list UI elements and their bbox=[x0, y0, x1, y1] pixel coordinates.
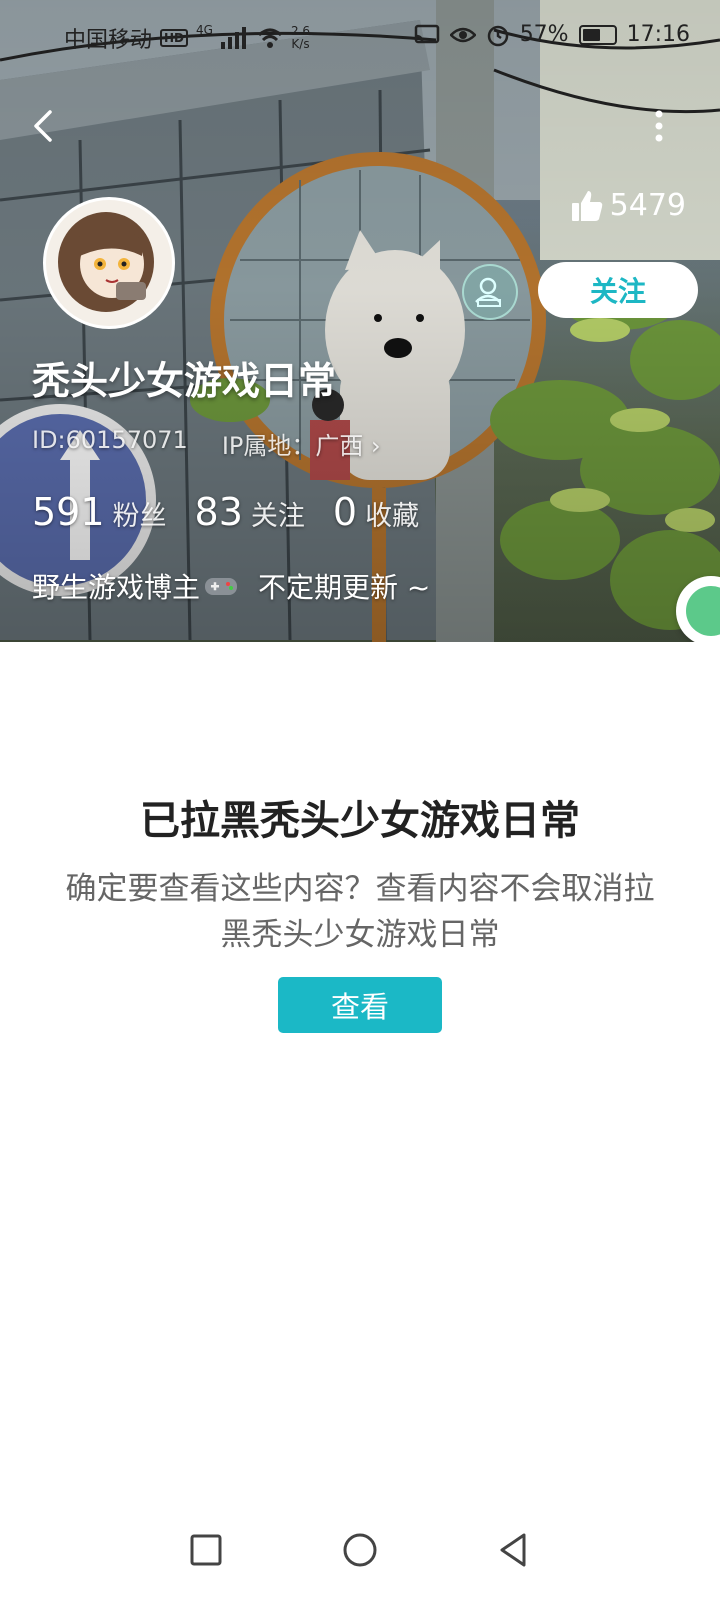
stat-favorites[interactable]: 0 收藏 bbox=[333, 490, 419, 534]
user-badge-glyph bbox=[475, 277, 501, 307]
carrier-label: 中国移动 bbox=[64, 28, 153, 53]
system-nav-bar bbox=[0, 1500, 720, 1600]
avatar-illustration bbox=[46, 200, 172, 326]
cast-icon bbox=[414, 24, 439, 43]
home-icon[interactable] bbox=[340, 1530, 380, 1570]
clock: 17:16 bbox=[626, 22, 690, 47]
recent-apps-icon[interactable] bbox=[186, 1530, 226, 1570]
stat-following-label: 关注 bbox=[250, 501, 305, 532]
eye-icon bbox=[449, 27, 476, 42]
back-nav-icon[interactable] bbox=[494, 1530, 534, 1570]
stat-favorites-label: 收藏 bbox=[365, 501, 420, 532]
network-speed: 2.6 K/s bbox=[291, 25, 310, 51]
battery-icon bbox=[578, 24, 617, 45]
back-icon[interactable] bbox=[26, 108, 62, 144]
network-label: 4G bbox=[196, 23, 213, 37]
bio: 野生游戏博主 不定期更新 ~ bbox=[32, 566, 430, 606]
likes-count: 5479 bbox=[609, 188, 686, 223]
thumbs-up-icon bbox=[571, 190, 602, 221]
status-bar: 中国移动 HD 4G 2.6 K/s 57% 17:16 bbox=[0, 0, 720, 72]
wifi-icon bbox=[257, 28, 282, 48]
user-badge-icon[interactable] bbox=[462, 264, 518, 320]
gamepad-icon bbox=[205, 578, 238, 595]
stat-following[interactable]: 83 关注 bbox=[195, 490, 305, 534]
battery-percent: 57% bbox=[519, 22, 569, 47]
stat-following-value: 83 bbox=[194, 490, 243, 534]
username: 秃头少女游戏日常 bbox=[32, 359, 337, 403]
view-content-button[interactable]: 查看 bbox=[278, 977, 442, 1033]
avatar[interactable] bbox=[46, 200, 172, 326]
blocked-description: 确定要查看这些内容？查看内容不会取消拉黑秃头少女游戏日常 bbox=[65, 871, 655, 953]
stat-fans-value: 591 bbox=[32, 490, 105, 534]
bio-text-part2: 不定期更新 ~ bbox=[258, 571, 431, 604]
more-icon[interactable] bbox=[644, 108, 674, 144]
user-id: ID:60157071 bbox=[32, 426, 188, 454]
follow-button[interactable]: 关注 bbox=[538, 262, 698, 318]
signal-icon bbox=[220, 27, 246, 49]
chevron-right-icon: › bbox=[371, 432, 381, 460]
profile-meta: ID:60157071 IP属地：广西 › bbox=[32, 426, 381, 461]
ip-location[interactable]: IP属地：广西 › bbox=[222, 426, 381, 461]
ip-location-label: IP属地：广西 bbox=[221, 432, 364, 460]
stat-favorites-value: 0 bbox=[332, 490, 358, 534]
stats-row: 591 粉丝 83 关注 0 收藏 bbox=[32, 490, 419, 534]
blocked-title: 已拉黑秃头少女游戏日常 bbox=[140, 798, 580, 844]
floating-widget-icon bbox=[686, 586, 720, 636]
stat-fans[interactable]: 591 粉丝 bbox=[32, 490, 167, 534]
hd-badge: HD bbox=[160, 29, 189, 47]
speed-unit: K/s bbox=[291, 37, 310, 51]
battery-level bbox=[582, 28, 600, 41]
bio-text-part1: 野生游戏博主 bbox=[32, 571, 201, 604]
likes-counter[interactable]: 5479 bbox=[570, 188, 686, 223]
profile-header: 中国移动 HD 4G 2.6 K/s 57% 17:16 5479 关注 秃头少… bbox=[0, 0, 720, 642]
alarm-icon bbox=[487, 25, 508, 46]
stat-fans-label: 粉丝 bbox=[112, 501, 167, 532]
